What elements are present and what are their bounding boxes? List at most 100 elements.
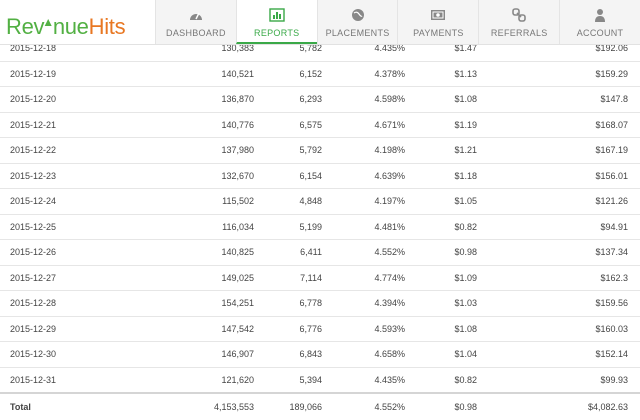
cell-date: 2015-12-25 [0,214,130,240]
cell-revenue: $99.93 [477,367,640,394]
cell-revenue: $121.26 [477,188,640,215]
revenuehits-logo[interactable]: Rev▲nueHits [6,9,126,40]
cell-revenue: $147.8 [477,86,640,113]
cell-clicks: 6,293 [254,86,322,113]
logo-text-nue: nue [52,14,89,39]
link-icon [512,8,527,22]
total-clicks: 189,066 [254,392,322,420]
logo-text-rev: Rev [6,14,45,39]
cell-revenue: $160.03 [477,316,640,342]
banknote-icon [431,10,446,20]
cell-revenue: $168.07 [477,112,640,138]
dashboard-gauge-icon [189,12,202,20]
cell-impressions: 149,025 [130,265,254,291]
nav-placements[interactable]: PLACEMENTS [316,0,398,44]
cell-ecpm: $1.04 [405,341,477,368]
cell-revenue: $192.06 [477,44,640,62]
cell-impressions: 132,670 [130,163,254,189]
cell-impressions: 146,907 [130,341,254,368]
table-row: 2015-12-21 140,776 6,575 4.671% $1.19 $1… [0,112,640,138]
cell-ecpm: $0.82 [405,367,477,394]
nav-dashboard[interactable]: DASHBOARD [155,0,236,44]
cell-rate: 4.198% [322,137,405,164]
cell-clicks: 4,848 [254,188,322,215]
total-label: Total [0,392,130,420]
top-header: Rev▲nueHits DASHBOARD REPORTS PLACEMENTS… [0,0,640,45]
daily-report-table: 2015-12-18 130,383 5,782 4.435% $1.47 $1… [0,44,640,420]
cell-rate: 4.639% [322,163,405,189]
cell-date: 2015-12-20 [0,86,130,113]
cell-date: 2015-12-27 [0,265,130,291]
table-row: 2015-12-31 121,620 5,394 4.435% $0.82 $9… [0,367,640,394]
table-row: 2015-12-18 130,383 5,782 4.435% $1.47 $1… [0,44,640,62]
cell-ecpm: $1.13 [405,61,477,87]
table-row: 2015-12-27 149,025 7,114 4.774% $1.09 $1… [0,265,640,291]
cell-revenue: $137.34 [477,239,640,266]
cell-revenue: $159.56 [477,290,640,317]
cell-rate: 4.435% [322,44,405,62]
nav-reports-label: REPORTS [254,28,300,38]
table-row: 2015-12-28 154,251 6,778 4.394% $1.03 $1… [0,290,640,317]
cell-clicks: 6,411 [254,239,322,266]
cell-ecpm: $1.08 [405,86,477,113]
cell-date: 2015-12-24 [0,188,130,215]
main-nav: DASHBOARD REPORTS PLACEMENTS PAYMENTS RE… [155,0,640,44]
cell-impressions: 140,825 [130,239,254,266]
nav-reports[interactable]: REPORTS [235,0,317,44]
cell-clicks: 6,575 [254,112,322,138]
cell-ecpm: $1.47 [405,44,477,62]
cell-impressions: 115,502 [130,188,254,215]
cell-date: 2015-12-31 [0,367,130,394]
cell-impressions: 140,521 [130,61,254,87]
nav-account[interactable]: ACCOUNT [559,0,640,44]
globe-icon [351,9,364,21]
cell-ecpm: $1.08 [405,316,477,342]
cell-clicks: 6,154 [254,163,322,189]
table-row: 2015-12-22 137,980 5,792 4.198% $1.21 $1… [0,137,640,164]
cell-revenue: $152.14 [477,341,640,368]
nav-referrals-label: REFERRALS [490,28,548,38]
cell-rate: 4.481% [322,214,405,240]
total-rate: 4.552% [322,392,405,420]
cell-date: 2015-12-26 [0,239,130,266]
cell-rate: 4.671% [322,112,405,138]
cell-rate: 4.593% [322,316,405,342]
table-row: 2015-12-30 146,907 6,843 4.658% $1.04 $1… [0,341,640,368]
cell-date: 2015-12-22 [0,137,130,164]
logo-text-hits: Hits [88,14,126,39]
cell-date: 2015-12-28 [0,290,130,317]
cell-date: 2015-12-18 [0,44,130,62]
cell-clicks: 6,778 [254,290,322,317]
cell-ecpm: $1.18 [405,163,477,189]
cell-date: 2015-12-29 [0,316,130,342]
cell-impressions: 121,620 [130,367,254,394]
table-row: 2015-12-26 140,825 6,411 4.552% $0.98 $1… [0,239,640,266]
cell-rate: 4.378% [322,61,405,87]
cell-impressions: 137,980 [130,137,254,164]
cell-date: 2015-12-19 [0,61,130,87]
bar-chart-icon [269,8,285,22]
cell-date: 2015-12-23 [0,163,130,189]
cell-clicks: 6,776 [254,316,322,342]
total-revenue: $4,082.63 [477,392,640,420]
user-icon [595,9,606,22]
cell-impressions: 116,034 [130,214,254,240]
cell-ecpm: $1.03 [405,290,477,317]
cell-date: 2015-12-21 [0,112,130,138]
cell-clicks: 5,394 [254,367,322,394]
total-impressions: 4,153,553 [130,392,254,420]
table-row: 2015-12-29 147,542 6,776 4.593% $1.08 $1… [0,316,640,342]
cell-revenue: $94.91 [477,214,640,240]
report-table-container[interactable]: 2015-12-18 130,383 5,782 4.435% $1.47 $1… [0,44,640,420]
cell-impressions: 136,870 [130,86,254,113]
nav-referrals[interactable]: REFERRALS [478,0,560,44]
nav-payments[interactable]: PAYMENTS [397,0,479,44]
table-row: 2015-12-20 136,870 6,293 4.598% $1.08 $1… [0,86,640,113]
nav-placements-label: PLACEMENTS [325,28,390,38]
cell-rate: 4.774% [322,265,405,291]
nav-payments-label: PAYMENTS [413,28,464,38]
cell-rate: 4.435% [322,367,405,394]
cell-rate: 4.394% [322,290,405,317]
nav-dashboard-label: DASHBOARD [166,28,226,38]
cell-clicks: 5,199 [254,214,322,240]
